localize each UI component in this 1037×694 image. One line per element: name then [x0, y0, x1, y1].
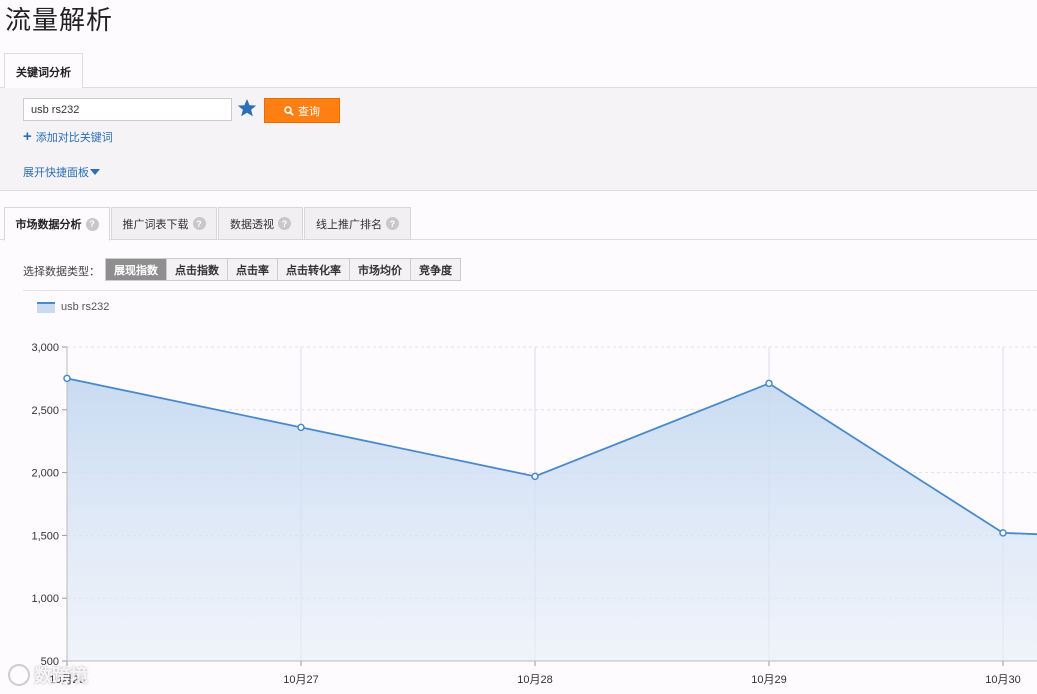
data-type-impressions[interactable]: 展现指数 [106, 259, 167, 280]
data-type-avg-price[interactable]: 市场均价 [350, 259, 411, 280]
legend-label: usb rs232 [61, 301, 110, 313]
tab-market-data[interactable]: 市场数据分析 ? [4, 207, 110, 241]
tab-label: 市场数据分析 [15, 219, 82, 231]
y-tick-label: 1,000 [31, 593, 59, 605]
watermark-logo-icon [8, 664, 30, 686]
x-tick-label: 10月30 [985, 674, 1020, 686]
y-tick-label: 3,000 [31, 342, 59, 354]
series-area [67, 378, 1037, 661]
watermark: 数跨境 [8, 662, 88, 688]
watermark-text: 数跨境 [34, 666, 88, 687]
expand-quick-panel-link[interactable]: 展开快捷面板 [23, 164, 100, 180]
tab-label: 推广词表下载 [122, 218, 189, 231]
data-type-label: 选择数据类型： [23, 266, 100, 278]
tab-keyword-analysis[interactable]: 关键词分析 [4, 53, 83, 88]
add-compare-keyword-link[interactable]: + 添加对比关键词 [23, 129, 113, 145]
keyword-search-input[interactable] [23, 98, 232, 121]
tab-data-pivot[interactable]: 数据透视 ? [218, 207, 303, 240]
add-compare-label: 添加对比关键词 [35, 132, 113, 144]
star-icon[interactable] [237, 98, 257, 120]
caret-down-icon [90, 169, 100, 175]
help-icon[interactable]: ? [386, 217, 399, 230]
x-tick-label: 10月29 [751, 674, 786, 686]
data-type-clicks[interactable]: 点击指数 [167, 259, 228, 280]
tab-keyword-download[interactable]: 推广词表下载 ? [111, 207, 217, 240]
data-point [63, 374, 71, 383]
legend-swatch [37, 301, 55, 313]
data-type-ctr[interactable]: 点击率 [228, 259, 278, 280]
traffic-chart: 5001,0001,5002,0002,5003,000 10月26 10月27 1… [31, 342, 1037, 686]
chart-legend[interactable]: usb rs232 [37, 301, 109, 313]
search-panel: 查询 + 添加对比关键词 展开快捷面板 [0, 87, 1037, 191]
data-point [297, 423, 305, 432]
tab-label: 数据透视 [230, 218, 274, 231]
expand-panel-label: 展开快捷面板 [23, 167, 89, 179]
x-tick-label: 10月27 [283, 674, 318, 686]
tab-online-ranking[interactable]: 线上推广排名 ? [304, 207, 411, 240]
data-point [531, 472, 539, 481]
y-tick-label: 2,000 [31, 468, 59, 480]
plus-icon: + [23, 128, 32, 145]
analysis-tabs: 市场数据分析 ? 推广词表下载 ? 数据透视 ? 线上推广排名 ? [0, 207, 1037, 241]
x-tick-label: 10月28 [517, 674, 552, 686]
page-title: 流量解析 [5, 6, 114, 36]
help-icon[interactable]: ? [192, 217, 206, 230]
data-type-competition[interactable]: 竞争度 [411, 259, 460, 280]
tab-label: 线上推广排名 [316, 218, 382, 231]
help-icon[interactable]: ? [85, 217, 99, 231]
chart-divider [23, 290, 1037, 291]
data-type-conversion[interactable]: 点击转化率 [278, 259, 350, 280]
y-tick-label: 2,500 [31, 405, 59, 417]
help-icon[interactable]: ? [278, 217, 291, 230]
query-button[interactable]: 查询 [264, 98, 340, 123]
data-type-selector: 展现指数 点击指数 点击率 点击转化率 市场均价 竞争度 [105, 258, 461, 281]
y-tick-label: 1,500 [31, 530, 59, 542]
data-point [765, 379, 773, 388]
data-point [999, 529, 1007, 537]
search-icon [284, 105, 294, 116]
query-button-label: 查询 [298, 105, 320, 118]
